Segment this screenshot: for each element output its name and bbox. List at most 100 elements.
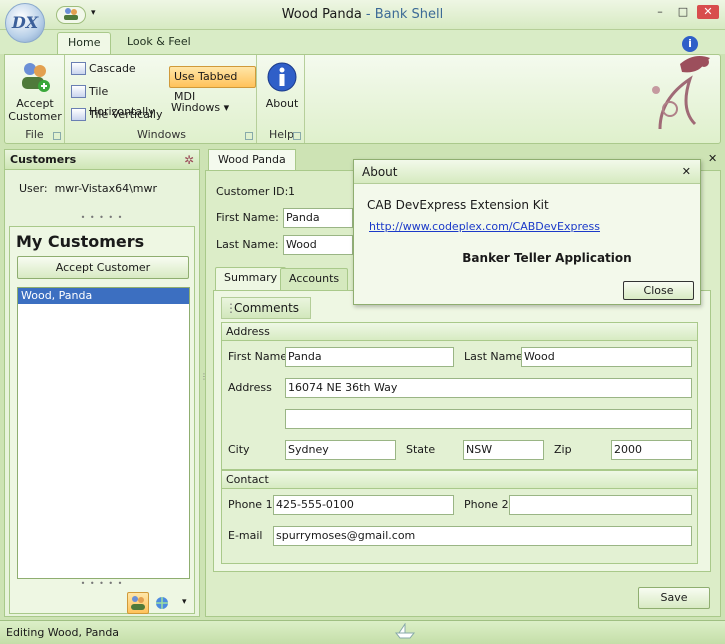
windows-group-launcher-icon[interactable] [245,132,253,140]
paper-boat-icon [394,622,416,639]
address-first-name-field[interactable]: Panda [285,347,454,367]
state-label: State [406,443,436,456]
title-bar: Wood Panda - Bank Shell – □ ✕ [0,0,725,30]
quick-access-dropdown-icon[interactable]: ▾ [91,8,96,18]
title-separator: - [361,7,375,22]
email-label: E-mail [228,529,263,542]
save-button[interactable]: Save [638,587,710,609]
about-close-button[interactable]: Close [623,281,694,300]
about-dialog-header: About [354,160,700,184]
splitter-grip[interactable]: • • • • • [5,214,199,222]
group-label-windows: Windows [136,128,187,141]
info-icon [266,61,298,93]
tab-look-and-feel[interactable]: Look & Feel [117,32,201,54]
zip-label: Zip [554,443,572,456]
tab-wood-panda[interactable]: Wood Panda [208,149,296,171]
ribbon-group-help: About Help [259,55,305,143]
bottom-splitter-grip[interactable]: • • • • • [5,580,199,588]
butterfly-pin-icon[interactable]: ✲ [184,153,194,167]
bird-decoration-icon [640,34,720,144]
address-last-name-label: Last Name [464,350,523,363]
first-name-field[interactable]: Panda [283,208,353,228]
status-text: Editing Wood, Panda [6,626,120,639]
window-title: Wood Panda - Bank Shell [0,7,725,22]
drag-grip-icon: ⋮ [225,301,237,315]
globe-nav-icon[interactable] [153,595,171,611]
contact-group-title: Contact [222,471,697,489]
user-label: User: [19,182,48,195]
about-button[interactable]: About [261,61,303,110]
close-document-icon[interactable]: ✕ [708,152,717,165]
accept-customer-label: Accept Customer [8,97,62,123]
list-item[interactable]: Wood, Panda [18,288,189,304]
address-last-name-field[interactable]: Wood [521,347,692,367]
tab-accounts[interactable]: Accounts [280,268,349,290]
address-line2-field[interactable] [285,409,692,429]
tile-vertically-button[interactable]: Tile Vertically [71,105,163,125]
close-window-button[interactable]: ✕ [697,5,719,19]
phone2-field[interactable] [509,495,692,515]
state-field[interactable]: NSW [463,440,544,460]
tile-vertically-label: Tile Vertically [89,108,163,121]
accept-customer-button[interactable]: Accept Customer [7,61,63,123]
city-label: City [228,443,250,456]
customer-id-value: 1 [288,185,295,198]
customers-pane: Customers ✲ User: mwr-Vistax64\mwr • • •… [4,149,200,617]
customers-nav-icon[interactable] [127,592,149,614]
phone1-field[interactable]: 425-555-0100 [273,495,454,515]
address-label: Address [228,381,272,394]
cascade-button[interactable]: Cascade [71,59,163,79]
customer-list[interactable]: Wood, Panda [17,287,190,579]
ribbon-group-windows: Cascade Tile Horizontally Tile Verticall… [67,55,257,143]
last-name-label: Last Name: [216,238,279,251]
quick-access-customers-icon[interactable] [56,6,86,24]
phone2-label: Phone 2 [464,498,509,511]
tile-horizontally-button[interactable]: Tile Horizontally [71,82,169,118]
codeplex-link[interactable]: http://www.codeplex.com/CABDevExpress [369,220,600,233]
address-first-name-label: First Name [228,350,288,363]
customers-pane-header: Customers [5,150,199,170]
my-customers-panel: My Customers Accept Customer Wood, Panda [9,226,195,614]
application-menu-orb[interactable]: DX [5,3,45,43]
zip-field[interactable]: 2000 [611,440,692,460]
tab-home[interactable]: Home [57,32,112,54]
title-document: Wood Panda [281,7,362,22]
phone1-label: Phone 1 [228,498,273,511]
chevron-down-icon: ▾ [223,101,230,114]
comments-label: Comments [234,301,300,315]
email-field[interactable]: spurrymoses@gmail.com [273,526,692,546]
tile-vertically-icon [71,108,86,121]
ribbon-panel: Accept Customer File Cascade Tile Horizo… [4,54,721,144]
file-group-launcher-icon[interactable] [53,132,61,140]
user-value: mwr-Vistax64\mwr [54,182,158,195]
accept-customer-list-button[interactable]: Accept Customer [17,256,189,279]
minimize-button[interactable]: – [651,5,669,19]
cascade-icon [71,62,86,75]
about-label: About [265,97,299,110]
ribbon-group-file: Accept Customer File [5,55,65,143]
maximize-button[interactable]: □ [674,5,692,19]
city-field[interactable]: Sydney [285,440,396,460]
use-tabbed-mdi-button[interactable]: Use Tabbed MDI [169,66,256,103]
windows-menu-label: Windows [171,101,221,114]
nav-overflow-chevron-icon[interactable]: ▾ [182,597,187,607]
windows-menu-button[interactable]: Windows ▾ [171,100,229,116]
status-bar: Editing Wood, Panda [0,620,725,644]
last-name-field[interactable]: Wood [283,235,353,255]
comments-bar[interactable]: ⋮ Comments [221,297,311,319]
product-name: CAB DevExpress Extension Kit [367,198,549,212]
cascade-label: Cascade [89,62,136,75]
tile-horizontally-icon [71,85,86,98]
help-group-launcher-icon[interactable] [293,132,301,140]
about-dialog-title: About [362,165,398,179]
accept-customer-icon [19,61,51,93]
tab-summary[interactable]: Summary [215,267,287,291]
about-dialog: About ✕ CAB DevExpress Extension Kit htt… [353,159,701,305]
about-close-icon[interactable]: ✕ [682,165,691,178]
contact-group: Contact [221,470,698,564]
address-line1-field[interactable]: 16074 NE 36th Way [285,378,692,398]
customers-pane-title: Customers [10,153,77,166]
first-name-label: First Name: [216,211,279,224]
user-info: User: mwr-Vistax64\mwr [19,182,157,195]
application-name: Banker Teller Application [462,251,632,265]
